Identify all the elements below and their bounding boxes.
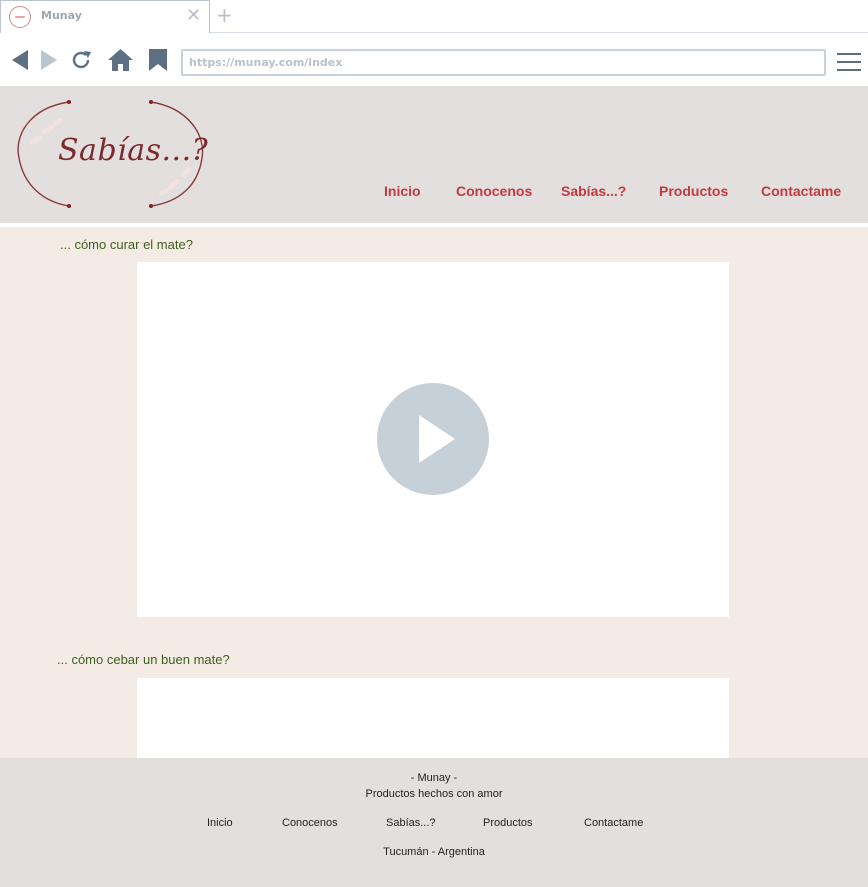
section-title-cebar-mate: ... cómo cebar un buen mate? [57, 652, 230, 667]
nav-link-contactame[interactable]: Contactame [761, 183, 841, 199]
main-content: ... cómo curar el mate? ... cómo cebar u… [0, 227, 868, 758]
new-tab-icon[interactable]: + [216, 5, 233, 25]
footer-link-sabias[interactable]: Sabías...? [386, 817, 436, 829]
tab-title: Munay [41, 9, 82, 22]
back-arrow-icon[interactable] [8, 48, 32, 72]
video-player-cebar-mate[interactable] [137, 678, 729, 758]
nav-link-inicio[interactable]: Inicio [384, 183, 421, 199]
nav-link-conocenos[interactable]: Conocenos [456, 183, 532, 199]
logo-text: Sabías...? [58, 133, 209, 168]
video-player-curar-mate[interactable] [137, 262, 729, 617]
address-bar[interactable]: https://munay.com/index [181, 49, 826, 76]
browser-tab-strip: Munay ✕ + [0, 0, 868, 33]
footer-tagline: Productos hechos con amor [365, 788, 503, 800]
footer-brand: - Munay - [410, 772, 458, 784]
section-title-curar-mate: ... cómo curar el mate? [60, 237, 193, 252]
site-favicon-icon [9, 6, 31, 28]
forward-arrow-icon[interactable] [37, 48, 61, 72]
browser-tab[interactable]: Munay ✕ [0, 0, 210, 33]
nav-link-productos[interactable]: Productos [659, 183, 728, 199]
address-url: https://munay.com/index [189, 56, 343, 69]
footer-link-conocenos[interactable]: Conocenos [282, 817, 338, 829]
home-icon[interactable] [107, 48, 134, 72]
nav-link-sabias[interactable]: Sabías...? [561, 183, 626, 199]
footer-link-contactame[interactable]: Contactame [584, 817, 643, 829]
play-button-icon[interactable] [377, 383, 489, 495]
close-tab-icon[interactable]: ✕ [186, 7, 201, 25]
footer-link-inicio[interactable]: Inicio [207, 817, 233, 829]
footer-location: Tucumán - Argentina [383, 846, 485, 858]
reload-icon[interactable] [69, 48, 93, 72]
bookmark-icon[interactable] [146, 48, 170, 72]
menu-icon[interactable] [836, 52, 862, 72]
footer-link-productos[interactable]: Productos [483, 817, 533, 829]
